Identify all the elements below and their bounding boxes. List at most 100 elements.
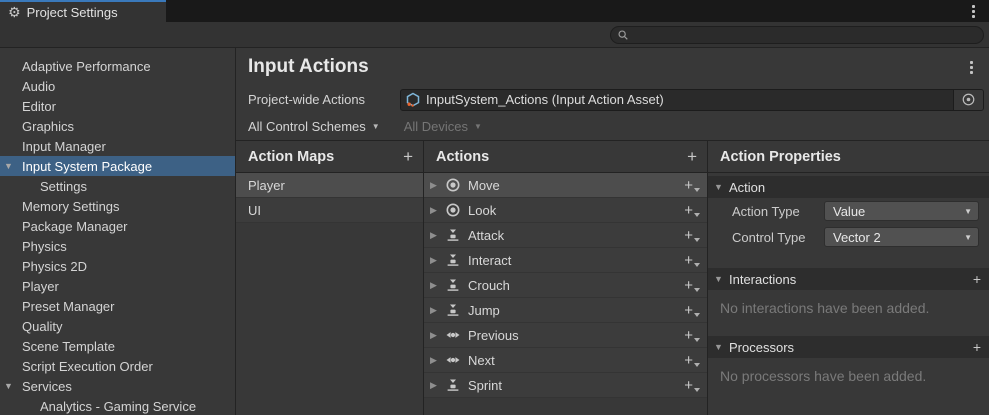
devices-dropdown[interactable]: All Devices ▼ <box>404 119 482 134</box>
sidebar-item-quality[interactable]: Quality <box>0 316 235 336</box>
action-label: Sprint <box>468 378 684 393</box>
add-binding-button[interactable]: + <box>684 277 699 294</box>
foldout-collapsed-icon[interactable]: ▶ <box>430 355 445 366</box>
action-row-attack[interactable]: ▶ Attack + <box>424 223 707 248</box>
action-row-interact[interactable]: ▶ Interact + <box>424 248 707 273</box>
input-action-asset-icon <box>405 92 421 108</box>
sidebar-item-memory-settings[interactable]: Memory Settings <box>0 196 235 216</box>
sidebar-item-package-manager[interactable]: Package Manager <box>0 216 235 236</box>
foldout-collapsed-icon[interactable]: ▶ <box>430 380 445 391</box>
input-action-asset-field[interactable]: InputSystem_Actions (Input Action Asset) <box>400 89 984 111</box>
action-section-header[interactable]: ▼ Action <box>708 176 989 198</box>
sidebar-item-physics-2d[interactable]: Physics 2D <box>0 256 235 276</box>
action-row-look[interactable]: ▶ Look + <box>424 198 707 223</box>
foldout-expanded-icon[interactable]: ▼ <box>4 381 18 391</box>
chevron-down-icon: ▼ <box>474 122 482 131</box>
interactions-section-header[interactable]: ▼ Interactions + <box>708 268 989 290</box>
action-section-title: Action <box>729 180 765 195</box>
foldout-collapsed-icon[interactable]: ▶ <box>430 330 445 341</box>
action-row-next[interactable]: ▶ Next + <box>424 348 707 373</box>
input-actions-menu-icon[interactable] <box>963 61 979 74</box>
sidebar-item-analytics-gaming-service[interactable]: Analytics - Gaming Service <box>0 396 235 415</box>
foldout-expanded-icon[interactable]: ▼ <box>714 182 729 192</box>
action-row-sprint[interactable]: ▶ Sprint + <box>424 373 707 398</box>
sidebar-item-adaptive-performance[interactable]: Adaptive Performance <box>0 56 235 76</box>
sidebar-item-label: Graphics <box>22 119 74 134</box>
foldout-expanded-icon[interactable]: ▼ <box>714 274 729 284</box>
add-binding-button[interactable]: + <box>684 227 699 244</box>
add-binding-button[interactable]: + <box>684 177 699 194</box>
action-row-jump[interactable]: ▶ Jump + <box>424 298 707 323</box>
foldout-collapsed-icon[interactable]: ▶ <box>430 230 445 241</box>
foldout-expanded-icon[interactable]: ▼ <box>4 161 18 171</box>
add-processor-button[interactable]: + <box>973 339 981 355</box>
add-binding-button[interactable]: + <box>684 352 699 369</box>
add-binding-button[interactable]: + <box>684 377 699 394</box>
action-type-dropdown[interactable]: Value ▼ <box>824 201 979 221</box>
sidebar-item-scene-template[interactable]: Scene Template <box>0 336 235 356</box>
add-binding-button[interactable]: + <box>684 202 699 219</box>
control-type-value: Vector 2 <box>833 230 881 245</box>
axis-control-icon <box>445 352 461 368</box>
add-action-button[interactable]: + <box>687 147 697 167</box>
button-control-icon <box>445 277 461 293</box>
sidebar-item-input-system-package[interactable]: ▼ Input System Package <box>0 156 235 176</box>
settings-sidebar: Adaptive Performance Audio Editor Graphi… <box>0 48 236 415</box>
sidebar-item-physics[interactable]: Physics <box>0 236 235 256</box>
add-binding-button[interactable]: + <box>684 252 699 269</box>
actions-title: Actions <box>436 149 489 165</box>
action-type-label: Action Type <box>732 204 824 219</box>
sidebar-item-label: Script Execution Order <box>22 359 153 374</box>
window-menu-icon[interactable] <box>965 5 981 18</box>
action-row-crouch[interactable]: ▶ Crouch + <box>424 273 707 298</box>
sidebar-item-settings[interactable]: Settings <box>0 176 235 196</box>
toolbar <box>0 22 989 48</box>
sidebar-item-label: Services <box>22 379 72 394</box>
action-properties-title: Action Properties <box>720 149 841 165</box>
processors-section-header[interactable]: ▼ Processors + <box>708 336 989 358</box>
action-row-move[interactable]: ▶ Move + <box>424 173 707 198</box>
editor-columns: Action Maps + Player UI Actions + ▶ Move… <box>236 140 989 415</box>
add-binding-button[interactable]: + <box>684 302 699 319</box>
action-row-previous[interactable]: ▶ Previous + <box>424 323 707 348</box>
sidebar-item-audio[interactable]: Audio <box>0 76 235 96</box>
foldout-collapsed-icon[interactable]: ▶ <box>430 280 445 291</box>
page-title: Input Actions <box>248 56 369 78</box>
input-actions-panel: Input Actions Project-wide Actions Input… <box>236 48 989 415</box>
action-label: Interact <box>468 253 684 268</box>
search-field[interactable] <box>610 26 984 44</box>
action-properties-column: Action Properties ▼ Action Action Type V… <box>708 141 989 415</box>
project-settings-window: ⚙ Project Settings Adaptive Performance … <box>0 0 989 415</box>
add-binding-button[interactable]: + <box>684 327 699 344</box>
foldout-collapsed-icon[interactable]: ▶ <box>430 255 445 266</box>
foldout-collapsed-icon[interactable]: ▶ <box>430 180 445 191</box>
action-map-row-ui[interactable]: UI <box>236 198 423 223</box>
control-type-dropdown[interactable]: Vector 2 ▼ <box>824 227 979 247</box>
sidebar-item-player[interactable]: Player <box>0 276 235 296</box>
sidebar-item-label: Physics 2D <box>22 259 87 274</box>
sidebar-item-preset-manager[interactable]: Preset Manager <box>0 296 235 316</box>
action-map-row-player[interactable]: Player <box>236 173 423 198</box>
sidebar-item-label: Player <box>22 279 59 294</box>
action-label: Previous <box>468 328 684 343</box>
foldout-collapsed-icon[interactable]: ▶ <box>430 205 445 216</box>
button-control-icon <box>445 377 461 393</box>
button-control-icon <box>445 252 461 268</box>
add-interaction-button[interactable]: + <box>973 271 981 287</box>
action-label: Crouch <box>468 278 684 293</box>
control-schemes-dropdown[interactable]: All Control Schemes ▼ <box>248 119 380 134</box>
sidebar-item-script-execution-order[interactable]: Script Execution Order <box>0 356 235 376</box>
action-maps-column: Action Maps + Player UI <box>236 141 424 415</box>
sidebar-item-graphics[interactable]: Graphics <box>0 116 235 136</box>
foldout-expanded-icon[interactable]: ▼ <box>714 342 729 352</box>
search-input[interactable] <box>634 28 977 42</box>
object-picker-button[interactable] <box>953 90 983 110</box>
sidebar-item-input-manager[interactable]: Input Manager <box>0 136 235 156</box>
sidebar-item-services[interactable]: ▼ Services <box>0 376 235 396</box>
sidebar-item-label: Settings <box>40 179 87 194</box>
foldout-collapsed-icon[interactable]: ▶ <box>430 305 445 316</box>
action-label: Jump <box>468 303 684 318</box>
tab-project-settings[interactable]: ⚙ Project Settings <box>0 0 166 22</box>
sidebar-item-editor[interactable]: Editor <box>0 96 235 116</box>
add-action-map-button[interactable]: + <box>403 147 413 167</box>
